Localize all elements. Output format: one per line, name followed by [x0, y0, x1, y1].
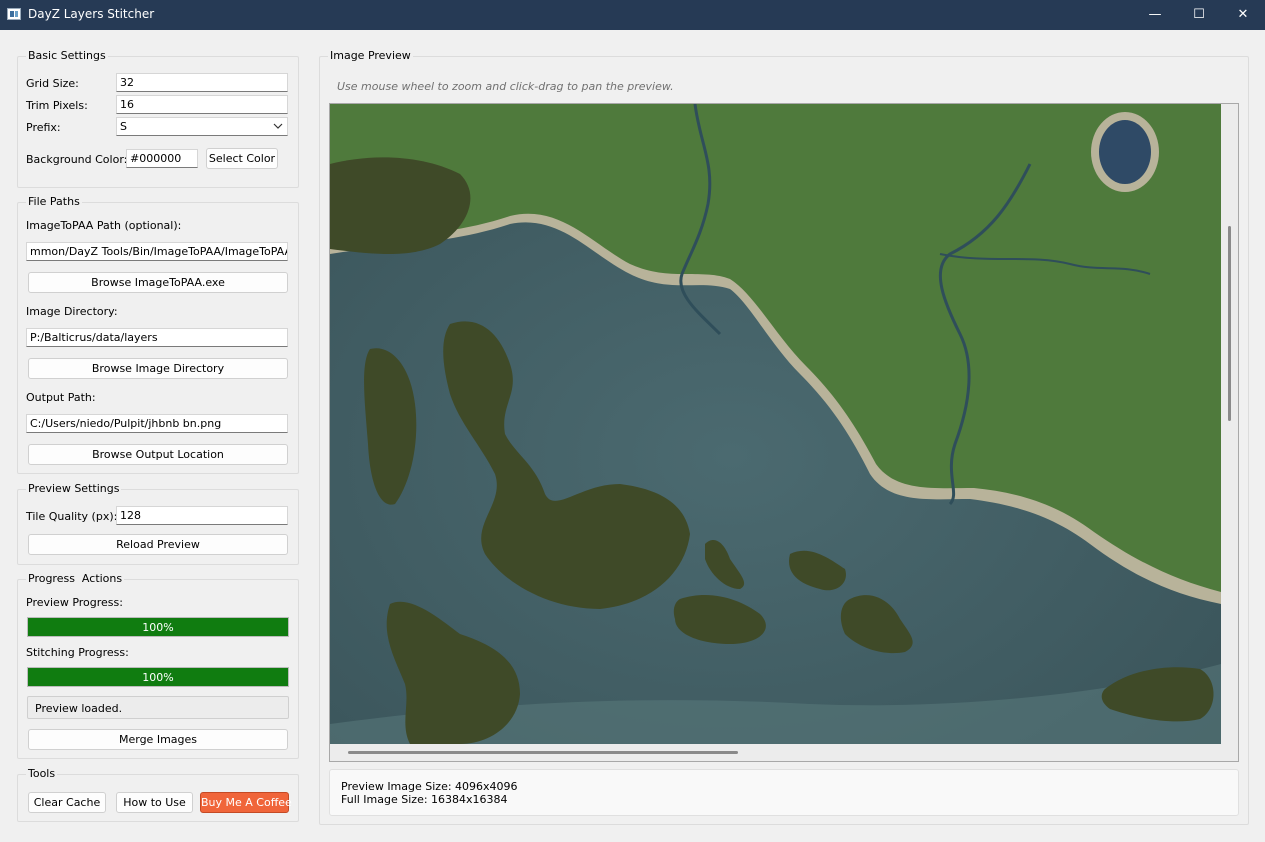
browse-imagetopaa-button[interactable]: Browse ImageToPAA.exe — [28, 272, 288, 293]
progress-actions-title: Progress Actions — [26, 572, 125, 585]
trim-pixels-label: Trim Pixels: — [26, 99, 88, 112]
file-paths-title: File Paths — [26, 195, 82, 208]
window-title: DayZ Layers Stitcher — [28, 7, 155, 21]
imagetopaa-path-label: ImageToPAA Path (optional): — [26, 219, 182, 232]
basic-settings-title: Basic Settings — [26, 49, 108, 62]
full-image-size-text: Full Image Size: 16384x16384 — [341, 793, 508, 806]
image-preview-title: Image Preview — [328, 49, 413, 62]
horizontal-scrollbar[interactable] — [348, 751, 738, 754]
grid-size-label: Grid Size: — [26, 77, 79, 90]
prefix-select[interactable]: S — [116, 117, 288, 136]
chevron-down-icon — [273, 123, 283, 129]
output-path-label: Output Path: — [26, 391, 96, 404]
vertical-scrollbar[interactable] — [1228, 226, 1231, 421]
imagetopaa-path-input[interactable]: mmon/DayZ Tools/Bin/ImageToPAA/ImageToPA… — [26, 242, 288, 261]
browse-output-location-button[interactable]: Browse Output Location — [28, 444, 288, 465]
image-info-box: Preview Image Size: 4096x4096 Full Image… — [329, 769, 1239, 816]
stitching-progress-text: 100% — [142, 671, 174, 684]
close-button[interactable]: ✕ — [1220, 0, 1265, 30]
image-directory-input[interactable]: P:/Balticrus/data/layers — [26, 328, 288, 347]
background-color-input[interactable]: #000000 — [126, 149, 198, 168]
minimize-button[interactable]: — — [1132, 0, 1178, 30]
tools-title: Tools — [26, 767, 58, 780]
map-preview-image — [330, 104, 1221, 744]
preview-progress-text: 100% — [142, 621, 174, 634]
title-bar: DayZ Layers Stitcher — ☐ ✕ — [0, 0, 1265, 30]
merge-images-button[interactable]: Merge Images — [28, 729, 288, 750]
preview-settings-title: Preview Settings — [26, 482, 122, 495]
output-path-input[interactable]: C:/Users/niedo/Pulpit/jhbnb bn.png — [26, 414, 288, 433]
preview-image-size-text: Preview Image Size: 4096x4096 — [341, 780, 518, 793]
stitching-progress-label: Stitching Progress: — [26, 646, 129, 659]
image-directory-label: Image Directory: — [26, 305, 118, 318]
preview-progress-label: Preview Progress: — [26, 596, 123, 609]
select-color-button[interactable]: Select Color — [206, 148, 278, 169]
preview-hint-text: Use mouse wheel to zoom and click-drag t… — [337, 80, 674, 93]
status-label: Preview loaded. — [27, 696, 289, 719]
prefix-select-value: S — [120, 120, 127, 133]
reload-preview-button[interactable]: Reload Preview — [28, 534, 288, 555]
trim-pixels-input[interactable]: 16 — [116, 95, 288, 114]
grid-size-input[interactable]: 32 — [116, 73, 288, 92]
browse-image-directory-button[interactable]: Browse Image Directory — [28, 358, 288, 379]
preview-viewport[interactable] — [329, 103, 1239, 762]
stitching-progress-bar: 100% — [27, 667, 289, 687]
app-icon — [7, 8, 21, 20]
maximize-button[interactable]: ☐ — [1176, 0, 1222, 30]
prefix-label: Prefix: — [26, 121, 61, 134]
preview-progress-bar: 100% — [27, 617, 289, 637]
tile-quality-label: Tile Quality (px): — [26, 510, 118, 523]
how-to-use-button[interactable]: How to Use — [116, 792, 193, 813]
clear-cache-button[interactable]: Clear Cache — [28, 792, 106, 813]
buy-me-a-coffee-button[interactable]: Buy Me A Coffee — [200, 792, 292, 813]
background-color-label: Background Color: — [26, 153, 128, 166]
lake — [1099, 120, 1151, 184]
tile-quality-input[interactable]: 128 — [116, 506, 288, 525]
